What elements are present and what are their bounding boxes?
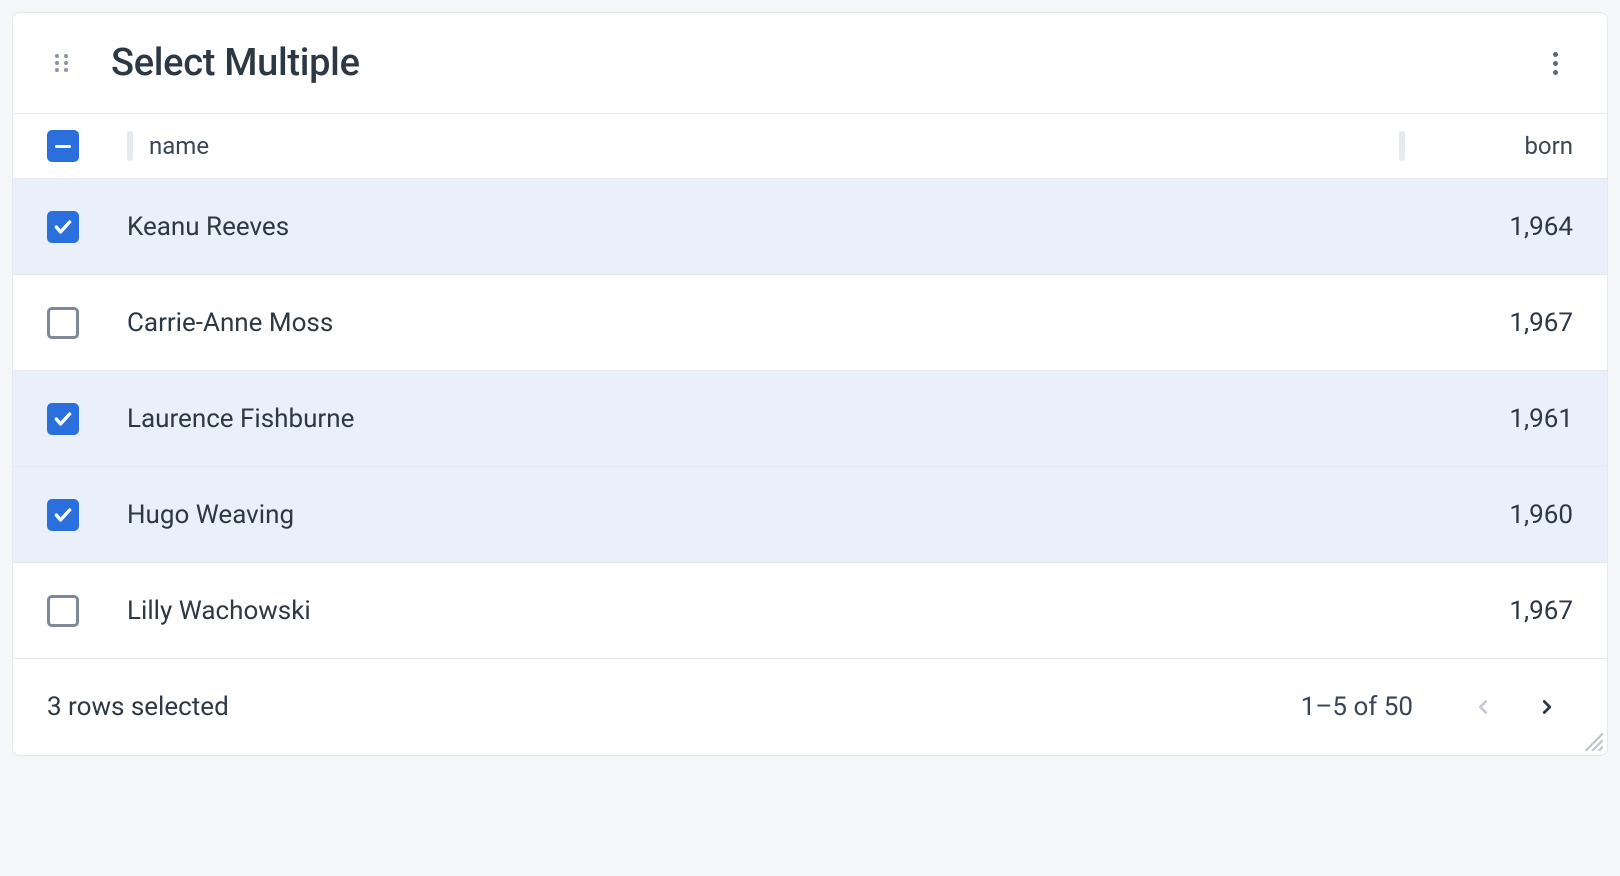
column-resizer[interactable] <box>127 131 133 161</box>
table-row[interactable]: Hugo Weaving1,960 <box>13 467 1607 563</box>
cell-name: Carrie-Anne Moss <box>119 308 1413 338</box>
chevron-right-icon <box>1536 696 1558 718</box>
table-header: name born <box>13 113 1607 179</box>
column-resizer[interactable] <box>1399 131 1405 161</box>
card: Select Multiple name born Keanu Reeves1,… <box>12 12 1608 756</box>
check-icon <box>53 505 73 525</box>
card-header: Select Multiple <box>13 13 1607 113</box>
cell-name: Hugo Weaving <box>119 500 1413 530</box>
cell-name: Laurence Fishburne <box>119 404 1413 434</box>
row-checkbox[interactable] <box>47 499 79 531</box>
cell-born: 1,967 <box>1413 308 1573 338</box>
drag-handle-icon[interactable] <box>51 53 71 73</box>
more-options-button[interactable] <box>1537 45 1573 81</box>
cell-born: 1,960 <box>1413 500 1573 530</box>
table-row[interactable]: Laurence Fishburne1,961 <box>13 371 1607 467</box>
minus-icon <box>55 145 71 148</box>
check-icon <box>53 217 73 237</box>
cell-born: 1,961 <box>1413 404 1573 434</box>
row-checkbox[interactable] <box>47 211 79 243</box>
pagination-range: 1–5 of 50 <box>1301 692 1413 722</box>
cell-born: 1,967 <box>1413 596 1573 626</box>
cell-born: 1,964 <box>1413 212 1573 242</box>
cell-name: Lilly Wachowski <box>119 596 1413 626</box>
page-title: Select Multiple <box>111 41 1537 85</box>
kebab-dot <box>1553 70 1558 75</box>
row-checkbox[interactable] <box>47 595 79 627</box>
chevron-left-icon <box>1472 696 1494 718</box>
row-checkbox[interactable] <box>47 403 79 435</box>
selection-status: 3 rows selected <box>47 692 1301 722</box>
check-icon <box>53 409 73 429</box>
table-row[interactable]: Keanu Reeves1,964 <box>13 179 1607 275</box>
next-page-button[interactable] <box>1525 685 1569 729</box>
kebab-dot <box>1553 61 1558 66</box>
table-row[interactable]: Lilly Wachowski1,967 <box>13 563 1607 659</box>
select-all-checkbox[interactable] <box>47 130 79 162</box>
table-footer: 3 rows selected 1–5 of 50 <box>13 659 1607 755</box>
resize-handle-icon[interactable] <box>1581 729 1603 751</box>
cell-name: Keanu Reeves <box>119 212 1413 242</box>
column-header-name[interactable]: name <box>141 132 1391 160</box>
table-body: Keanu Reeves1,964Carrie-Anne Moss1,967La… <box>13 179 1607 659</box>
column-header-born[interactable]: born <box>1413 132 1573 160</box>
kebab-dot <box>1553 52 1558 57</box>
previous-page-button[interactable] <box>1461 685 1505 729</box>
table-row[interactable]: Carrie-Anne Moss1,967 <box>13 275 1607 371</box>
row-checkbox[interactable] <box>47 307 79 339</box>
